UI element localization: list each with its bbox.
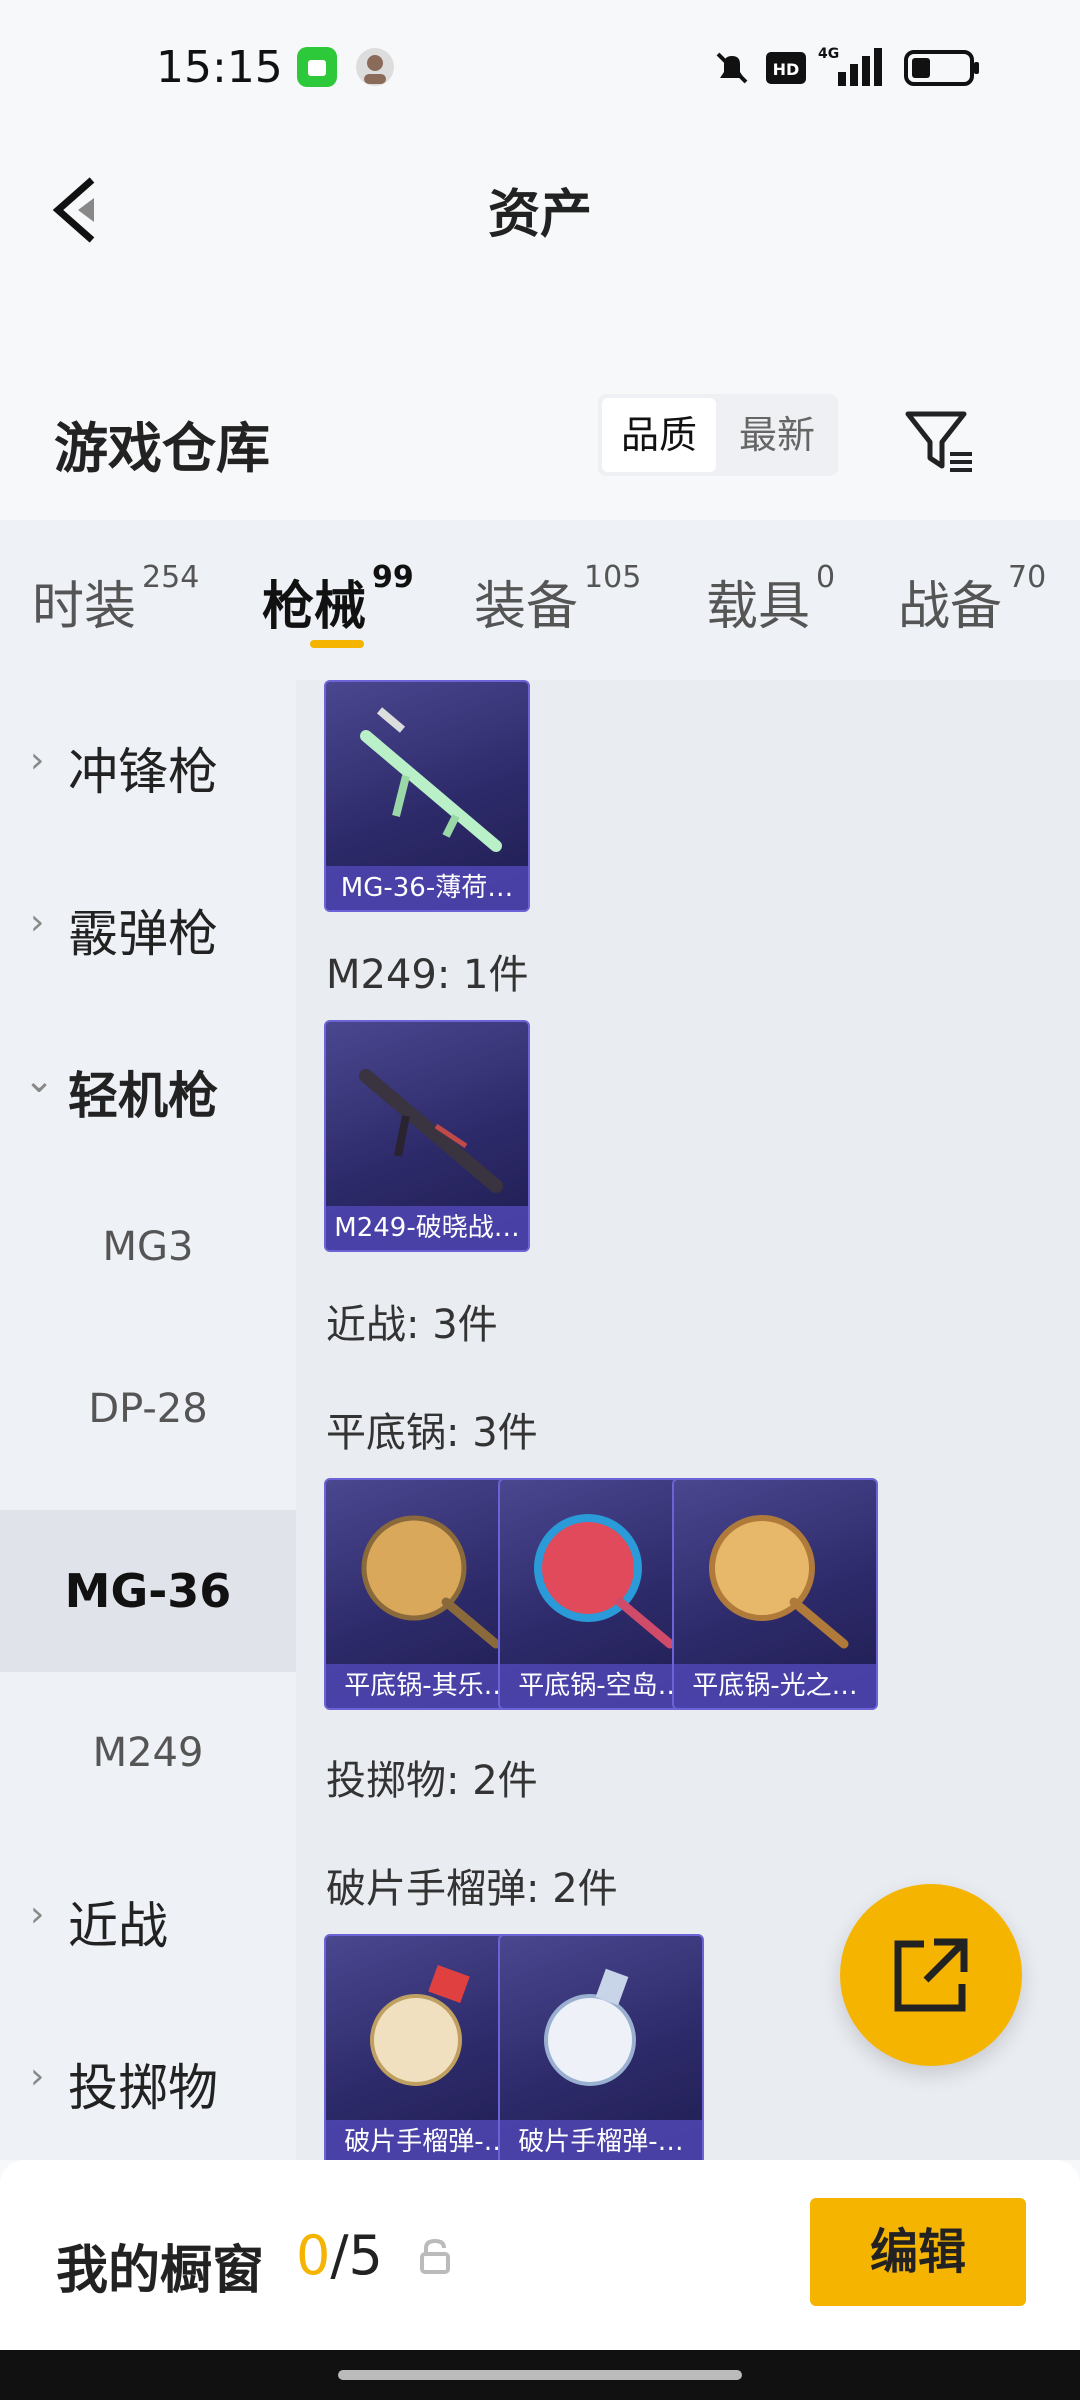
lock-icon (418, 2238, 452, 2280)
section-label-m249: M249: 1件 (326, 952, 529, 998)
sidebar-subitem-mg36[interactable]: MG-36 (0, 1510, 296, 1672)
hd-label: HD (773, 60, 800, 79)
showcase-title: 我的橱窗 (56, 2241, 265, 2301)
section-label-throwable: 投掷物: 2件 (326, 1758, 538, 1804)
tab-label: 时装 (32, 577, 137, 637)
tab-supplies[interactable]: 战备 70 (898, 560, 1046, 639)
network-label: 4G (818, 46, 839, 62)
edit-button[interactable]: 编辑 (810, 2198, 1026, 2306)
tab-count: 105 (584, 560, 642, 595)
system-nav-bar (0, 2350, 1080, 2400)
showcase-count: 0/5 (296, 2224, 383, 2287)
chevron-right-icon: › (30, 740, 45, 781)
tab-count: 70 (1008, 560, 1047, 595)
share-icon (894, 1938, 968, 2012)
sidebar-item-lmg[interactable]: ⌄ 轻机枪 (0, 1004, 296, 1166)
item-name: MG-36-薄荷… (326, 866, 528, 910)
share-button[interactable] (840, 1884, 1022, 2066)
sidebar-subitem-dp28[interactable]: DP-28 (0, 1328, 296, 1490)
section-label-melee: 近战: 3件 (326, 1302, 498, 1348)
filter-icon (905, 411, 972, 472)
item-card[interactable]: M249-破晓战… (324, 1020, 530, 1252)
tab-label: 装备 (474, 577, 579, 637)
tab-label: 载具 (706, 577, 811, 637)
chevron-right-icon: › (30, 1894, 45, 1935)
sidebar-item-melee[interactable]: › 近战 (0, 1834, 296, 1996)
bell-muted-icon (712, 48, 752, 92)
item-name: 破片手榴弹-… (500, 2120, 702, 2160)
chevron-right-icon: › (30, 2056, 45, 2097)
tab-count: 99 (372, 560, 414, 595)
category-tabs: 时装 254 枪械 99 装备 105 载具 0 战备 70 (0, 520, 1080, 680)
gun-image (360, 707, 502, 852)
tab-label: 枪械 (262, 577, 367, 637)
tab-label: 战备 (898, 577, 1003, 637)
page-title: 资产 (487, 185, 592, 245)
item-card[interactable]: 平底锅-光之… (672, 1478, 878, 1710)
sort-newest-button[interactable]: 最新 (720, 398, 834, 472)
header: 资产 (0, 130, 1080, 280)
tab-vehicles[interactable]: 载具 0 (706, 560, 835, 639)
sidebar-item-label: 投掷物 (68, 2059, 218, 2117)
item-card[interactable]: 破片手榴弹-… (498, 1934, 704, 2160)
sidebar-item-label: 近战 (68, 1897, 168, 1955)
chevron-right-icon: › (30, 902, 45, 943)
sidebar-item-smg[interactable]: › 冲锋枪 (0, 680, 296, 842)
tab-count: 254 (142, 560, 200, 595)
hd-icon: HD (766, 52, 806, 88)
item-name: 平底锅-光之… (674, 1664, 876, 1708)
showcase-count-current: 0 (296, 2224, 331, 2287)
item-name: M249-破晓战… (326, 1206, 528, 1250)
sidebar-item-label: 冲锋枪 (68, 743, 218, 801)
showcase-bar: 我的橱窗 0/5 编辑 (0, 2160, 1080, 2350)
section-label-pan: 平底锅: 3件 (326, 1410, 538, 1456)
sidebar-item-shotgun[interactable]: › 霰弹枪 (0, 842, 296, 1004)
app-notification-icon (296, 46, 338, 92)
pan-image (534, 1514, 675, 1649)
showcase-count-total: /5 (330, 2224, 383, 2287)
sidebar-subitem-mg3[interactable]: MG3 (0, 1166, 296, 1328)
tab-count: 0 (816, 560, 836, 595)
status-time: 15:15 (156, 42, 283, 93)
category-sidebar: › 冲锋枪 › 霰弹枪 ⌄ 轻机枪 MG3 DP-28 MG-36 M249 ›… (0, 680, 296, 2160)
home-indicator[interactable] (338, 2370, 742, 2380)
sidebar-item-label: 霰弹枪 (68, 905, 218, 963)
sort-quality-button[interactable]: 品质 (602, 398, 716, 472)
sidebar-item-throwable[interactable]: › 投掷物 (0, 1996, 296, 2158)
status-bar: 15:15 HD 4G (0, 0, 1080, 130)
signal-4g-icon: 4G (818, 44, 888, 92)
active-tab-indicator (310, 640, 364, 648)
chevron-down-icon: ⌄ (24, 1060, 55, 1101)
section-label-grenade: 破片手榴弹: 2件 (326, 1866, 618, 1912)
filter-button[interactable] (900, 402, 980, 482)
gun-image (359, 1069, 503, 1193)
sidebar-item-label: 轻机枪 (68, 1067, 218, 1125)
avatar-icon (354, 46, 396, 92)
pan-image (361, 1515, 501, 1649)
item-card[interactable]: MG-36-薄荷… (324, 680, 530, 912)
pan-image (709, 1515, 849, 1649)
warehouse-title: 游戏仓库 (54, 417, 270, 480)
grenade-image (370, 1965, 470, 2086)
sort-toggle: 品质 最新 (598, 394, 838, 476)
sidebar-subitem-m249[interactable]: M249 (0, 1672, 296, 1834)
tab-equipment[interactable]: 装备 105 (474, 560, 641, 639)
warehouse-toolbar: 游戏仓库 品质 最新 (0, 380, 1080, 500)
tab-firearms[interactable]: 枪械 99 (262, 560, 414, 639)
tab-fashion[interactable]: 时装 254 (32, 560, 199, 639)
grenade-image (544, 1968, 636, 2086)
battery-icon (904, 50, 980, 90)
